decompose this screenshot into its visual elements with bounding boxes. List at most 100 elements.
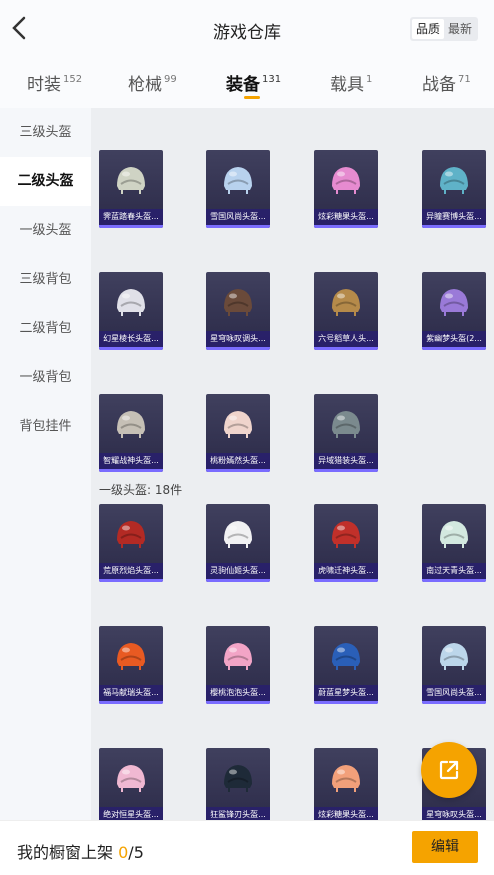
item-card[interactable]: 荒原烈焰头盔...	[99, 504, 163, 582]
rarity-edge	[206, 347, 270, 350]
rarity-edge	[422, 701, 486, 704]
helmet-icon	[117, 289, 145, 316]
item-name: 桃粉嫣然头盔...	[206, 453, 270, 469]
helmet-icon	[332, 167, 360, 194]
tab-vehicles[interactable]: 载具 1	[330, 70, 372, 95]
item-name: 紫幽梦头盔(2...	[422, 331, 486, 347]
helmet-icon	[440, 289, 468, 316]
sidebar-item-level1-helmet[interactable]: 一级头盔	[0, 206, 91, 255]
helmet-icon	[332, 289, 360, 316]
item-card[interactable]: 星穹咏叹调头...	[206, 272, 270, 350]
helmet-icon	[224, 765, 252, 792]
sidebar-item-level1-backpack[interactable]: 一级背包	[0, 353, 91, 402]
item-card[interactable]: 樱桃泡泡头盔...	[206, 626, 270, 704]
rarity-edge	[99, 225, 163, 228]
rarity-edge	[314, 225, 378, 228]
edit-button[interactable]: 编辑	[412, 831, 478, 863]
helmet-icon	[117, 765, 145, 792]
sidebar: 三级头盔 二级头盔 一级头盔 三级背包 二级背包 一级背包 背包挂件	[0, 108, 91, 820]
helmet-icon	[332, 411, 360, 438]
item-card[interactable]: 雪国风尚头盔...	[206, 150, 270, 228]
rarity-edge	[314, 701, 378, 704]
item-card[interactable]: 炫彩糖果头盔...	[314, 748, 378, 820]
item-name: 虎啸迁神头盔...	[314, 563, 378, 579]
footer-bar: 我的橱窗上架 0/5 编辑	[0, 820, 494, 875]
item-name: 炫彩糖果头盔...	[314, 209, 378, 225]
sidebar-item-level3-backpack[interactable]: 三级背包	[0, 255, 91, 304]
tab-fashion[interactable]: 时装 152	[27, 70, 82, 95]
item-name: 霁蓝踏春头盔...	[99, 209, 163, 225]
helmet-icon	[117, 411, 145, 438]
section-label: 一级头盔: 18件	[99, 483, 183, 497]
item-card[interactable]: 蔚蓝星梦头盔...	[314, 626, 378, 704]
share-external-icon	[439, 760, 459, 780]
item-card[interactable]: 六号稻草人头...	[314, 272, 378, 350]
helmet-icon	[440, 167, 468, 194]
item-card[interactable]: 虎啸迁神头盔...	[314, 504, 378, 582]
item-name: 六号稻草人头...	[314, 331, 378, 347]
item-name: 雪国风尚头盔...	[422, 685, 486, 701]
rarity-edge	[314, 469, 378, 472]
item-card[interactable]: 智耀战神头盔...	[99, 394, 163, 472]
helmet-icon	[224, 643, 252, 670]
item-card[interactable]: 桃粉嫣然头盔...	[206, 394, 270, 472]
helmet-icon	[117, 167, 145, 194]
item-name: 灵驹仙姬头盔...	[206, 563, 270, 579]
helmet-icon	[332, 765, 360, 792]
rarity-edge	[422, 225, 486, 228]
item-card[interactable]: 绝对恒星头盔...	[99, 748, 163, 820]
item-card[interactable]: 异域猎装头盔...	[314, 394, 378, 472]
share-button[interactable]	[421, 742, 477, 798]
helmet-icon	[332, 521, 360, 548]
item-grid: 一级头盔: 18件 霁蓝踏春头盔... 雪国风尚头盔... 炫彩糖果头盔... 异瞳赛…	[91, 108, 494, 820]
item-name: 蔚蓝星梦头盔...	[314, 685, 378, 701]
sort-newest-button[interactable]: 最新	[444, 19, 476, 39]
showcase-status: 我的橱窗上架 0/5	[17, 843, 144, 862]
item-name: 星穹咏叹调头...	[206, 331, 270, 347]
sidebar-item-backpack-pendant[interactable]: 背包挂件	[0, 402, 91, 451]
helmet-icon	[117, 643, 145, 670]
sort-toggle: 品质 最新	[409, 17, 478, 41]
item-name: 樱桃泡泡头盔...	[206, 685, 270, 701]
rarity-edge	[422, 579, 486, 582]
helmet-icon	[224, 167, 252, 194]
item-name: 星穹咏叹头盔...	[422, 807, 486, 820]
helmet-icon	[224, 411, 252, 438]
tab-equipment[interactable]: 装备 131	[226, 70, 281, 95]
item-name: 福马献瑞头盔...	[99, 685, 163, 701]
tab-supplies[interactable]: 战备 71	[422, 70, 471, 95]
item-name: 异域猎装头盔...	[314, 453, 378, 469]
helmet-icon	[440, 521, 468, 548]
item-card[interactable]: 幻星棱长头盔...	[99, 272, 163, 350]
item-card[interactable]: 南过天青头盔...	[422, 504, 486, 582]
helmet-icon	[440, 643, 468, 670]
item-name: 炫彩糖果头盔...	[314, 807, 378, 820]
item-name: 异瞳赛博头盔...	[422, 209, 486, 225]
item-card[interactable]: 雪国风尚头盔...	[422, 626, 486, 704]
sort-quality-button[interactable]: 品质	[411, 19, 444, 39]
item-card[interactable]: 异瞳赛博头盔...	[422, 150, 486, 228]
helmet-icon	[224, 289, 252, 316]
rarity-edge	[422, 347, 486, 350]
helmet-icon	[332, 643, 360, 670]
active-tab-indicator	[244, 96, 260, 99]
helmet-icon	[224, 521, 252, 548]
helmet-icon	[117, 521, 145, 548]
rarity-edge	[206, 225, 270, 228]
item-card[interactable]: 福马献瑞头盔...	[99, 626, 163, 704]
item-card[interactable]: 灵驹仙姬头盔...	[206, 504, 270, 582]
sidebar-item-level2-helmet[interactable]: 二级头盔	[0, 157, 91, 206]
rarity-edge	[99, 347, 163, 350]
sidebar-item-level3-helmet[interactable]: 三级头盔	[0, 108, 91, 157]
item-card[interactable]: 霁蓝踏春头盔...	[99, 150, 163, 228]
rarity-edge	[206, 469, 270, 472]
item-card[interactable]: 炫彩糖果头盔...	[314, 150, 378, 228]
item-card[interactable]: 紫幽梦头盔(2...	[422, 272, 486, 350]
sidebar-item-level2-backpack[interactable]: 二级背包	[0, 304, 91, 353]
rarity-edge	[314, 579, 378, 582]
rarity-edge	[206, 579, 270, 582]
tab-weapons[interactable]: 枪械 99	[128, 70, 177, 95]
item-card[interactable]: 狂鲨锋刃头盔...	[206, 748, 270, 820]
item-name: 幻星棱长头盔...	[99, 331, 163, 347]
item-name: 南过天青头盔...	[422, 563, 486, 579]
